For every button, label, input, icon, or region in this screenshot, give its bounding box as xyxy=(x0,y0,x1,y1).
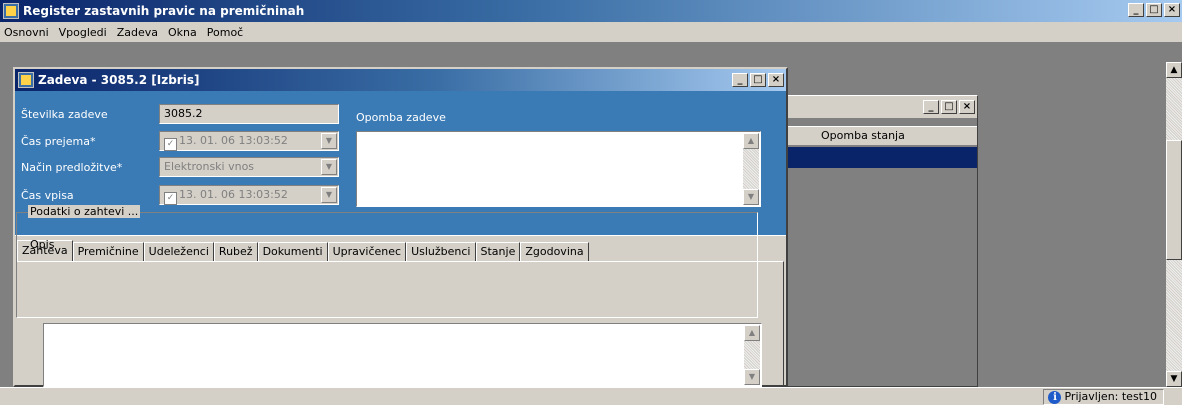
workspace-scrollbar[interactable]: ▲ ▼ xyxy=(1166,62,1182,387)
menu-zadeva[interactable]: Zadeva xyxy=(117,26,158,39)
cas-vpisa-label: Čas vpisa xyxy=(21,189,74,202)
window-icon xyxy=(18,72,34,88)
dropdown-arrow-icon[interactable]: ▼ xyxy=(321,187,337,203)
window-title: Zadeva - 3085.2 [Izbris] xyxy=(38,73,200,87)
restore-icon[interactable]: □ xyxy=(750,73,766,87)
nacin-label: Način predložitve* xyxy=(21,161,123,174)
selected-row[interactable] xyxy=(787,147,977,168)
scroll-down-icon[interactable]: ▼ xyxy=(744,369,760,385)
close-icon[interactable]: × xyxy=(959,100,975,114)
menu-osnovni[interactable]: Osnovni xyxy=(4,26,49,39)
stevilka-field[interactable]: 3085.2 xyxy=(159,104,339,124)
minimize-icon[interactable]: _ xyxy=(923,100,939,114)
opis-textarea[interactable]: ▲ ▼ xyxy=(43,323,762,387)
close-icon[interactable]: × xyxy=(1164,3,1180,17)
zahteva-groupbox xyxy=(16,212,758,318)
info-icon: i xyxy=(1048,391,1062,404)
checkbox-icon[interactable]: ✓ xyxy=(164,138,177,151)
dropdown-arrow-icon[interactable]: ▼ xyxy=(321,133,337,149)
restore-icon[interactable]: □ xyxy=(941,100,957,114)
opomba-scrollbar[interactable]: ▲ ▼ xyxy=(743,133,759,205)
opomba-label: Opomba zadeve xyxy=(356,111,446,124)
groupbox-title: Podatki o zahtevi ... xyxy=(28,205,141,218)
cas-vpisa-field[interactable]: ✓ 13. 01. 06 13:03:52 ▼ xyxy=(159,185,339,205)
minimize-icon[interactable]: _ xyxy=(1128,3,1144,17)
scroll-up-icon[interactable]: ▲ xyxy=(744,325,760,341)
app-title: Register zastavnih pravic na premičninah xyxy=(23,4,305,18)
cas-prejema-field[interactable]: ✓ 13. 01. 06 13:03:52 ▼ xyxy=(159,131,339,151)
scroll-down-icon[interactable]: ▼ xyxy=(1166,371,1182,387)
cas-prejema-label: Čas prejema* xyxy=(21,135,96,148)
scroll-down-icon[interactable]: ▼ xyxy=(743,189,759,205)
close-icon[interactable]: × xyxy=(768,73,784,87)
app-title-bar: Register zastavnih pravic na premičninah… xyxy=(0,0,1182,22)
menu-vpogledi[interactable]: Vpogledi xyxy=(59,26,107,39)
menu-bar: Osnovni Vpogledi Zadeva Okna Pomoč xyxy=(0,22,1182,42)
opomba-textarea[interactable]: ▲ ▼ xyxy=(356,131,761,207)
scroll-thumb[interactable] xyxy=(1166,140,1182,260)
opis-scrollbar[interactable]: ▲ ▼ xyxy=(744,325,760,385)
menu-pomoc[interactable]: Pomoč xyxy=(207,26,243,39)
stanje-window: _ □ × Opomba stanja xyxy=(786,95,978,387)
stevilka-label: Številka zadeve xyxy=(21,108,108,121)
nacin-field[interactable]: Elektronski vnos ▼ xyxy=(159,157,339,177)
menu-okna[interactable]: Okna xyxy=(168,26,197,39)
stanje-window-titlebar[interactable]: _ □ × xyxy=(787,96,977,118)
scroll-up-icon[interactable]: ▲ xyxy=(1166,62,1182,78)
status-user: Prijavljen: test10 xyxy=(1064,390,1157,403)
checkbox-icon[interactable]: ✓ xyxy=(164,192,177,205)
status-user-panel: i Prijavljen: test10 xyxy=(1043,389,1164,405)
dropdown-arrow-icon[interactable]: ▼ xyxy=(321,159,337,175)
zadeva-window-titlebar[interactable]: Zadeva - 3085.2 [Izbris] _ □ × xyxy=(15,69,786,91)
status-bar: i Prijavljen: test10 xyxy=(0,387,1182,405)
opis-label: Opis xyxy=(30,238,55,251)
restore-icon[interactable]: □ xyxy=(1146,3,1162,17)
column-header-opomba-stanja[interactable]: Opomba stanja xyxy=(787,126,977,146)
minimize-icon[interactable]: _ xyxy=(732,73,748,87)
app-icon xyxy=(3,3,19,19)
scroll-up-icon[interactable]: ▲ xyxy=(743,133,759,149)
